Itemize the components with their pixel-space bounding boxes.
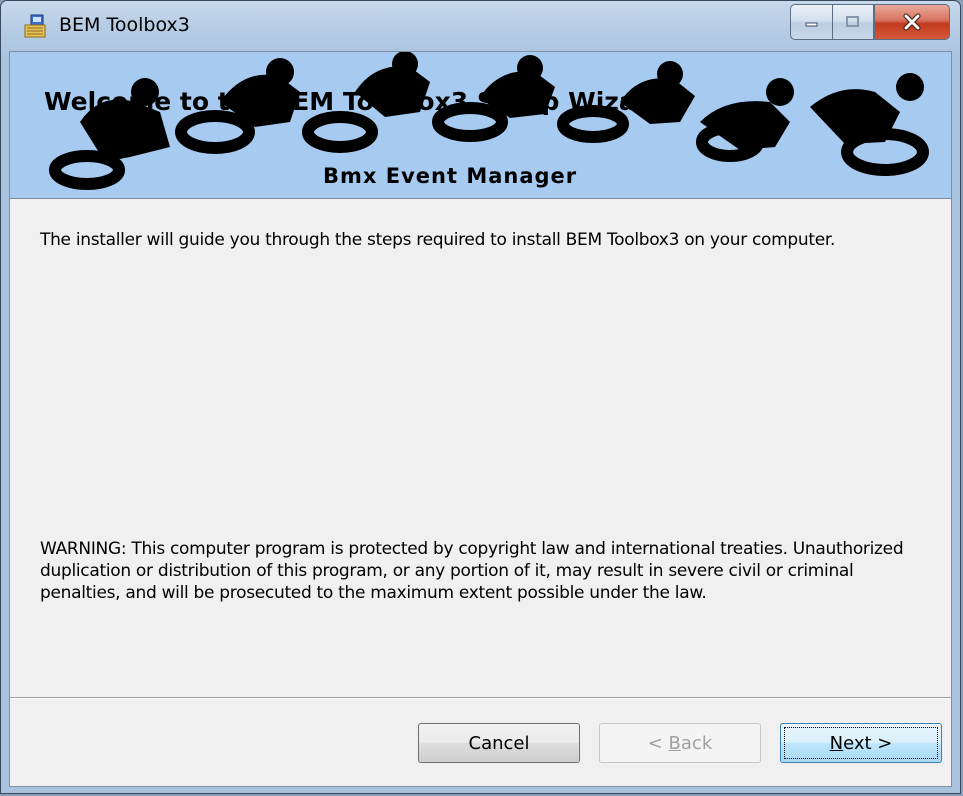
banner-subtitle: Bmx Event Manager xyxy=(323,164,578,188)
close-icon xyxy=(903,13,921,31)
installer-window: BEM Toolbox3 Welcome to the BEM Toolbox3… xyxy=(0,0,961,794)
back-button[interactable]: < Back xyxy=(599,723,761,763)
window-title: BEM Toolbox3 xyxy=(59,14,190,36)
wizard-banner: Welcome to the BEM Toolbox3 Setup Wizard xyxy=(10,52,951,199)
wizard-dialog: Welcome to the BEM Toolbox3 Setup Wizard xyxy=(9,51,952,787)
maximize-icon xyxy=(846,16,859,27)
minimize-icon xyxy=(805,22,817,27)
caption-buttons xyxy=(790,4,950,40)
back-access-key: B xyxy=(668,732,681,754)
focus-rectangle xyxy=(784,727,938,759)
close-button[interactable] xyxy=(874,4,950,40)
intro-text: The installer will guide you through the… xyxy=(40,230,836,250)
copyright-warning: WARNING: This computer program is protec… xyxy=(40,539,904,603)
maximize-button[interactable] xyxy=(832,4,874,40)
title-bar[interactable]: BEM Toolbox3 xyxy=(1,1,960,51)
cancel-button[interactable]: Cancel xyxy=(418,723,580,763)
cancel-label: Cancel xyxy=(468,732,530,754)
installer-icon xyxy=(24,14,46,38)
next-button[interactable]: Next > xyxy=(780,723,942,763)
back-label-prefix: < xyxy=(647,732,669,754)
minimize-button[interactable] xyxy=(790,4,832,40)
footer-divider xyxy=(10,697,951,699)
back-label-rest: ack xyxy=(680,732,713,754)
